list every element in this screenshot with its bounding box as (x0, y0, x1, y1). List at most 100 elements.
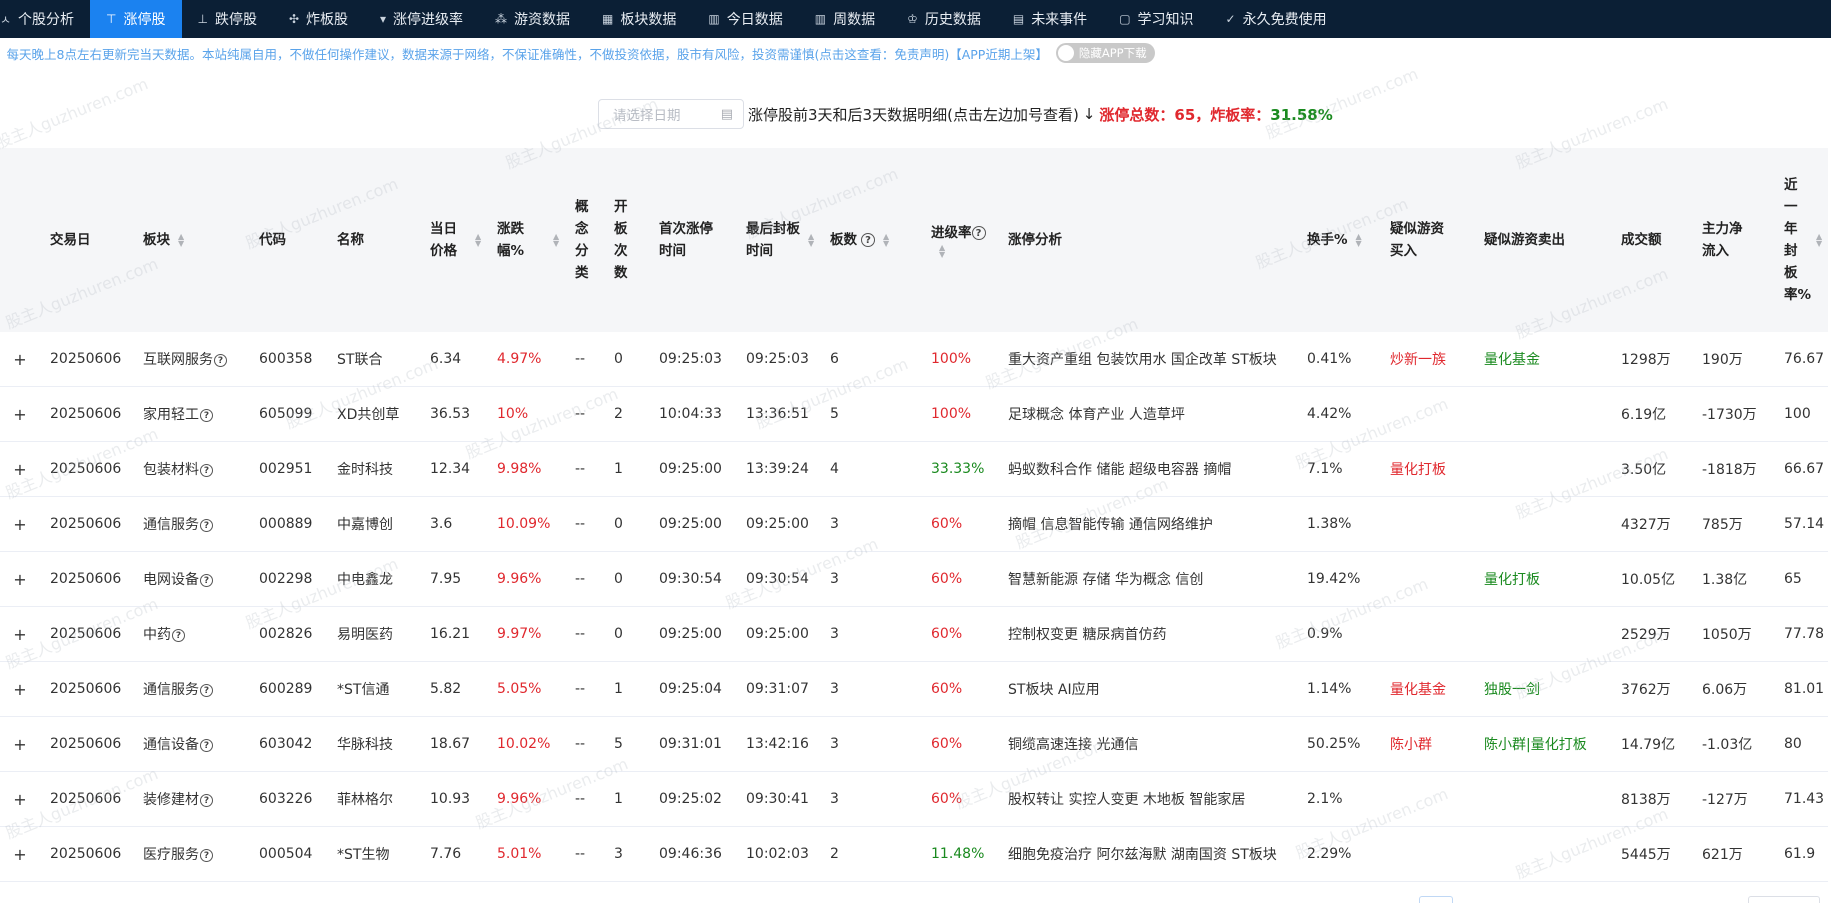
expand-row-button[interactable]: + (0, 386, 40, 442)
nav-item-0[interactable]: ㅅ个股分析 (0, 0, 90, 38)
cell-boards-value: 2 (830, 846, 839, 862)
col-header-last_time[interactable]: 最后封板时间 ▲ ▼ (736, 148, 820, 332)
help-icon[interactable]: ? (200, 738, 213, 752)
cell-concept-value: -- (575, 351, 586, 367)
sort-down-icon[interactable]: ▼ (475, 240, 481, 248)
date-placeholder: 请选择日期 (613, 108, 681, 124)
cell-sector-value: 家用轻工 (143, 407, 199, 423)
cell-boards-value: 3 (830, 681, 839, 697)
expand-row-button[interactable]: + (0, 826, 40, 882)
help-icon[interactable]: ? (214, 353, 227, 367)
table-row: +20250606 医疗服务? 000504 *ST生物 7.76 5.01% -- 3 09:… (0, 826, 1828, 882)
header-cell: 首次涨停时间 (659, 218, 732, 262)
nav-item-2[interactable]: ⊥ 跌停股 (182, 0, 273, 38)
cell-seal_rate-value: 76.67 (1784, 351, 1825, 367)
cell-date: 20250606 (40, 496, 133, 552)
cell-code: 600289 (249, 661, 327, 717)
col-header-turnover[interactable]: 换手% ▲ ▼ (1297, 148, 1380, 332)
cell-concept-value: -- (575, 626, 586, 642)
help-icon[interactable]: ? (861, 233, 875, 247)
help-icon[interactable]: ? (172, 628, 185, 642)
nav-item-4[interactable]: ▾ 涨停进级率 (364, 0, 479, 38)
cell-inflow-value: -1730万 (1702, 407, 1757, 423)
sort-down-icon[interactable]: ▼ (1816, 240, 1822, 248)
nav-item-1[interactable]: ⊤ 涨停股 (90, 0, 182, 38)
header-cell: 换手% ▲ ▼ (1307, 229, 1376, 251)
nav-item-11[interactable]: ▢ 学习知识 (1103, 0, 1209, 38)
col-header-price[interactable]: 当日价格 ▲ ▼ (420, 148, 487, 332)
cell-volume-value: 4327万 (1621, 517, 1671, 533)
cell-first_time-value: 09:31:01 (659, 736, 722, 752)
nav-item-8[interactable]: ▥ 周数据 (799, 0, 891, 38)
sort-icon[interactable]: ▲ ▼ (553, 233, 559, 248)
col-header-change[interactable]: 涨跌幅% ▲ ▼ (487, 148, 565, 332)
expand-row-button[interactable]: + (0, 441, 40, 497)
sort-icon[interactable]: ▲ ▼ (475, 233, 481, 248)
cell-hot_buy (1380, 386, 1474, 442)
notice-bar: ：每天晚上8点左右更新完当天数据。本站纯属自用，不做任何操作建议，数据来源于网络… (0, 38, 1831, 68)
sort-down-icon[interactable]: ▼ (883, 240, 889, 248)
sort-icon[interactable]: ▲ ▼ (178, 233, 184, 248)
cell-name-value: 中嘉博创 (337, 517, 393, 533)
help-icon[interactable]: ? (200, 408, 213, 422)
cell-date: 20250606 (40, 441, 133, 497)
col-header-code: 代码 (249, 148, 327, 332)
expand-row-button[interactable]: + (0, 661, 40, 717)
expand-row-button[interactable]: + (0, 606, 40, 662)
col-header-sector[interactable]: 板块 ▲ ▼ (133, 148, 249, 332)
cell-code-value: 002298 (259, 571, 313, 587)
sort-icon[interactable]: ▲ ▼ (883, 233, 889, 248)
sort-icon[interactable]: ▲ ▼ (808, 233, 814, 248)
sort-down-icon[interactable]: ▼ (1356, 240, 1362, 248)
cell-change: 9.96% (487, 771, 565, 827)
sort-down-icon[interactable]: ▼ (808, 240, 814, 248)
cell-date-value: 20250606 (50, 791, 122, 807)
sort-icon[interactable]: ▲ ▼ (939, 244, 945, 259)
nav-item-12[interactable]: ✓ 永久免费使用 (1210, 0, 1343, 38)
dropdown-icon: ▾ (380, 12, 387, 26)
expand-row-button[interactable]: + (0, 332, 40, 387)
cell-volume: 8138万 (1611, 771, 1692, 827)
expand-row-button[interactable]: + (0, 496, 40, 552)
nav-item-7[interactable]: ▥ 今日数据 (692, 0, 798, 38)
sort-down-icon[interactable]: ▼ (553, 240, 559, 248)
cell-inflow-value: 190万 (1702, 352, 1743, 368)
help-icon[interactable]: ? (200, 793, 213, 807)
help-icon[interactable]: ? (200, 573, 213, 587)
col-header-seal_rate[interactable]: 近一年封板率% ▲ ▼ (1774, 148, 1828, 332)
help-icon[interactable]: ? (200, 683, 213, 697)
cell-change-value: 4.97% (497, 351, 542, 367)
col-header-boards[interactable]: 板数? ▲ ▼ (820, 148, 921, 332)
nav-item-6[interactable]: ▦ 板块数据 (586, 0, 692, 38)
sort-icon[interactable]: ▲ ▼ (1356, 233, 1362, 248)
help-icon[interactable]: ? (200, 463, 213, 477)
sort-down-icon[interactable]: ▼ (939, 251, 945, 259)
cell-volume-value: 8138万 (1621, 792, 1671, 808)
help-icon[interactable]: ? (971, 226, 986, 240)
expand-row-button[interactable]: + (0, 771, 40, 827)
notice-text[interactable]: ：每天晚上8点左右更新完当天数据。本站纯属自用，不做任何操作建议，数据来源于网络… (0, 44, 1048, 63)
cell-boards: 3 (820, 661, 921, 717)
expand-row-button[interactable]: + (0, 551, 40, 607)
cell-hot_sell (1474, 496, 1611, 552)
help-icon[interactable]: ? (200, 848, 213, 862)
header-label: 进级率 (931, 225, 972, 241)
nav-item-10[interactable]: ▤ 未来事件 (997, 0, 1103, 38)
cell-first_time-value: 09:25:00 (659, 626, 722, 642)
cell-change-value: 10.02% (497, 736, 551, 752)
help-icon[interactable]: ? (200, 518, 213, 532)
header-cell: 主力净流入 (1702, 218, 1770, 262)
col-header-hot_sell: 疑似游资卖出 (1474, 148, 1611, 332)
col-header-advance[interactable]: 进级率? ▲ ▼ (921, 148, 998, 332)
expand-row-button[interactable]: + (0, 716, 40, 772)
cell-code: 000889 (249, 496, 327, 552)
nav-item-5[interactable]: ⁂ 游资数据 (479, 0, 586, 38)
date-picker[interactable]: 请选择日期 ▤ (598, 99, 744, 129)
sort-down-icon[interactable]: ▼ (178, 240, 184, 248)
pagination-button[interactable] (1419, 896, 1453, 903)
sort-icon[interactable]: ▲ ▼ (1816, 233, 1822, 248)
hide-app-toggle[interactable]: 隐藏APP下载 (1055, 43, 1155, 63)
pagination-select[interactable] (1748, 896, 1820, 903)
nav-item-3[interactable]: ✣ 炸板股 (273, 0, 364, 38)
nav-item-9[interactable]: ♔ 历史数据 (891, 0, 997, 38)
